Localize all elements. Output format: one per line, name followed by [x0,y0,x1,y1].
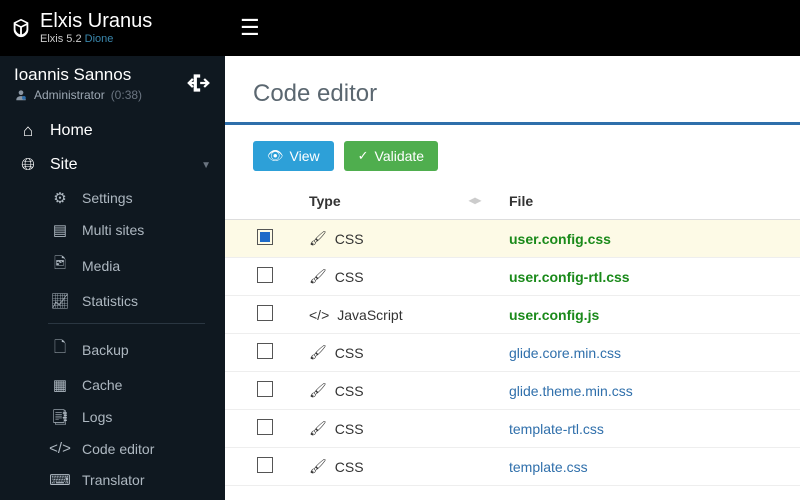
nav-media[interactable]: 🖻︎Media [0,246,225,285]
check-icon: ✓ [358,148,369,164]
nav-translator[interactable]: ⌨Translator [0,464,225,496]
table-row: 🖌︎CSS user.config-rtl.css [225,258,800,296]
log-icon: 📑︎ [50,408,70,426]
page-title: Code editor [225,56,800,125]
table-row: 🖌︎CSS glide.theme.min.css [225,372,800,410]
file-icon: 🗋︎ [50,337,70,362]
globe-icon: 🌐︎ [18,155,38,175]
nav-statistics[interactable]: 📈︎Statistics [0,285,225,317]
table-row: </>JavaScript user.config.js [225,296,800,334]
col-file[interactable]: File [495,183,800,220]
image-icon: 🖻︎ [50,253,70,278]
code-icon: </> [309,307,329,323]
file-link[interactable]: template-rtl.css [509,421,604,437]
file-link[interactable]: template.css [509,459,588,475]
type-cell: </>JavaScript [309,307,481,323]
table-row: 🖌︎CSS template.css [225,448,800,486]
file-link[interactable]: user.config-rtl.css [509,269,630,285]
nav-home[interactable]: ⌂Home [0,114,225,148]
user-bar: Ioannis Sannos Administrator (0:38) [0,56,225,110]
main-content: Code editor 👁︎View ✓Validate Type◂▸ File… [225,56,800,500]
nav-site[interactable]: 🌐︎Site▼ [0,148,225,182]
brand-title: Elxis Uranus [40,11,152,31]
home-icon: ⌂ [18,121,38,141]
logo-icon [10,17,32,39]
type-cell: 🖌︎CSS [309,420,481,437]
brush-icon: 🖌︎ [309,458,327,475]
brush-icon: 🖌︎ [309,344,327,361]
table-row: 🖌︎CSS user.config.css [225,220,800,258]
sidebar: Ioannis Sannos Administrator (0:38) ⌂Hom… [0,56,225,500]
nav-cache[interactable]: ▦Cache [0,369,225,401]
logout-icon[interactable] [185,70,211,96]
type-cell: 🖌︎CSS [309,230,481,247]
file-link[interactable]: glide.theme.min.css [509,383,633,399]
row-checkbox[interactable] [257,457,273,473]
row-checkbox[interactable] [257,381,273,397]
nav-backup[interactable]: 🗋︎Backup [0,330,225,369]
logo-area: Elxis Uranus Elxis 5.2 Dione [0,11,225,45]
nav-codeeditor[interactable]: </>Code editor [0,433,225,464]
row-checkbox[interactable] [257,229,273,245]
col-type[interactable]: Type◂▸ [295,183,495,220]
type-cell: 🖌︎CSS [309,458,481,475]
eye-icon: 👁︎ [267,148,284,164]
chart-icon: 📈︎ [50,292,70,310]
brush-icon: 🖌︎ [309,382,327,399]
col-checkbox [225,183,295,220]
row-checkbox[interactable] [257,419,273,435]
nav-logs[interactable]: 📑︎Logs [0,401,225,433]
file-link[interactable]: user.config.js [509,307,599,323]
user-icon [14,88,28,102]
validate-button[interactable]: ✓Validate [344,141,438,171]
type-cell: 🖌︎CSS [309,344,481,361]
table-row: 🖌︎CSS template-rtl.css [225,410,800,448]
nav-menu: ⌂Home 🌐︎Site▼ ⚙Settings ▤Multi sites 🖻︎M… [0,110,225,500]
sites-icon: ▤ [50,221,70,239]
brush-icon: 🖌︎ [309,268,327,285]
row-checkbox[interactable] [257,343,273,359]
sort-icon[interactable]: ◂▸ [469,193,481,207]
file-link[interactable]: user.config.css [509,231,611,247]
row-checkbox[interactable] [257,305,273,321]
code-icon: </> [50,440,70,457]
memory-icon: ▦ [50,376,70,394]
view-button[interactable]: 👁︎View [253,141,334,171]
brush-icon: 🖌︎ [309,420,327,437]
user-role: Administrator (0:38) [14,88,142,102]
nav-settings[interactable]: ⚙Settings [0,182,225,214]
chevron-down-icon: ▼ [201,160,211,171]
nav-multisites[interactable]: ▤Multi sites [0,214,225,246]
gear-icon: ⚙ [50,189,70,207]
file-table: Type◂▸ File 🖌︎CSS user.config.css 🖌︎CSS use… [225,183,800,486]
row-checkbox[interactable] [257,267,273,283]
menu-toggle-icon[interactable]: ☰ [225,15,275,41]
table-row: 🖌︎CSS glide.core.min.css [225,334,800,372]
topbar: Elxis Uranus Elxis 5.2 Dione ☰ [0,0,800,56]
type-cell: 🖌︎CSS [309,268,481,285]
brush-icon: 🖌︎ [309,230,327,247]
translate-icon: ⌨ [50,471,70,489]
user-name: Ioannis Sannos [14,65,142,85]
toolbar: 👁︎View ✓Validate [225,125,800,183]
version-link[interactable]: Dione [85,33,114,45]
file-link[interactable]: glide.core.min.css [509,345,621,361]
brand-subtitle: Elxis 5.2 Dione [40,33,152,45]
type-cell: 🖌︎CSS [309,382,481,399]
